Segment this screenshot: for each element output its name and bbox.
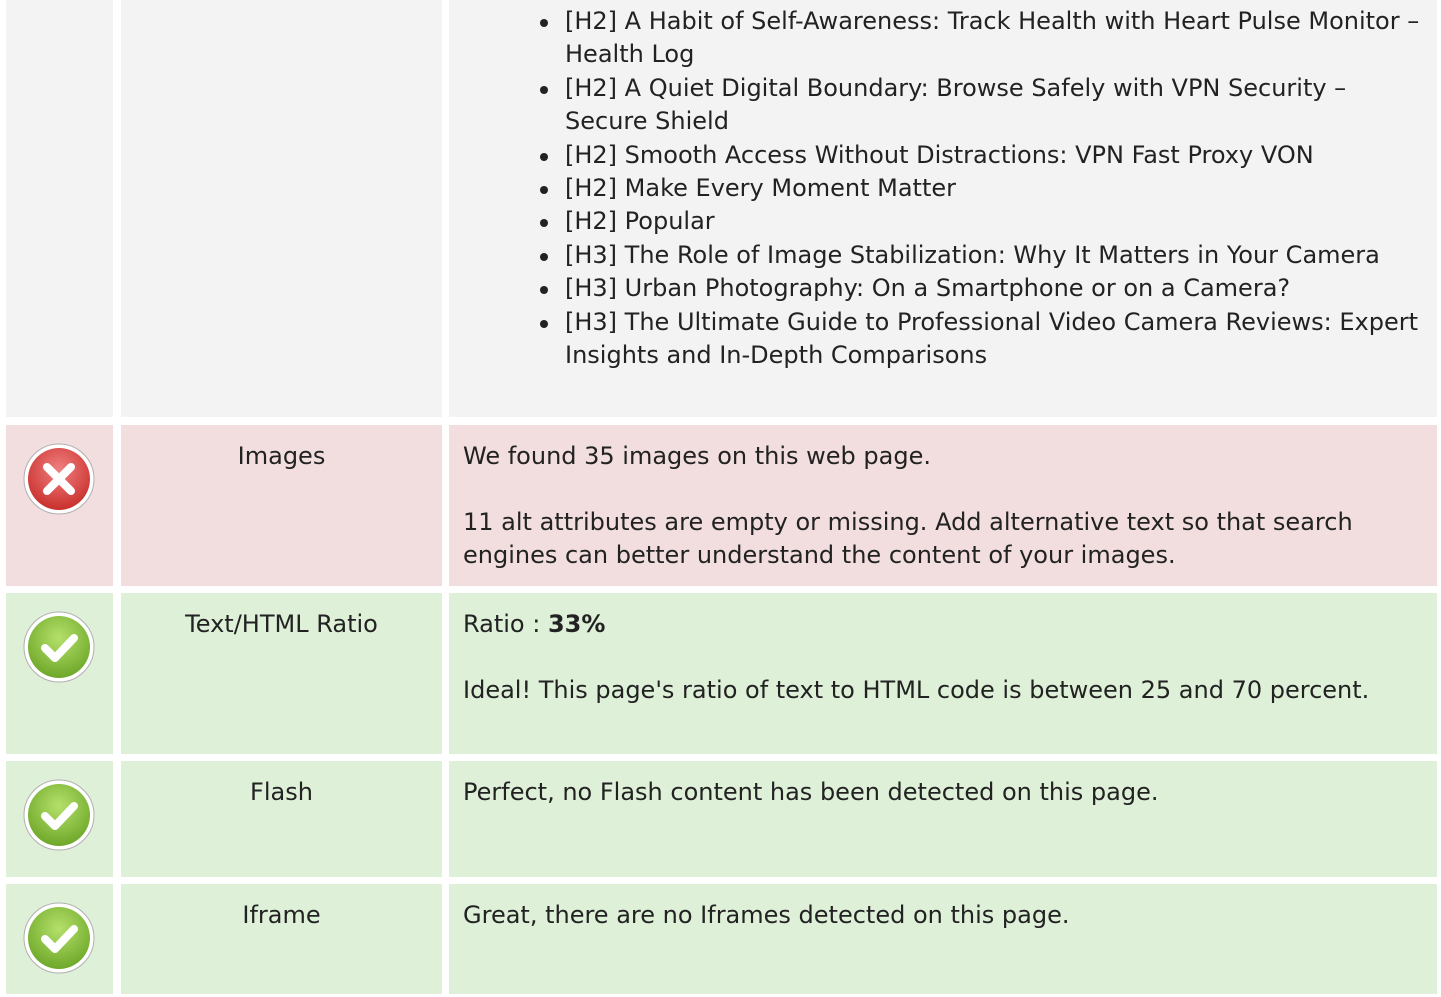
list-item: [H2] Popular — [540, 205, 1427, 238]
check-icon — [22, 778, 98, 854]
ratio-label-cell: Text/HTML Ratio — [121, 593, 442, 754]
list-item: [H3] Urban Photography: On a Smartphone … — [540, 272, 1427, 305]
flash-label: Flash — [250, 778, 313, 806]
list-item: [H3] The Ultimate Guide to Professional … — [540, 306, 1427, 373]
iframe-status-cell — [6, 884, 113, 994]
list-item: [H2] A Quiet Digital Boundary: Browse Sa… — [540, 72, 1427, 139]
flash-row: Flash Perfect, no Flash content has been… — [0, 761, 1441, 877]
flash-status-cell — [6, 761, 113, 877]
iframe-label: Iframe — [242, 901, 321, 929]
iframe-content-cell: Great, there are no Iframes detected on … — [449, 884, 1437, 994]
list-item: [H2] A Habit of Self-Awareness: Track He… — [540, 5, 1427, 72]
ratio-prefix: Ratio : — [463, 610, 548, 638]
images-content-cell: We found 35 images on this web page. 11 … — [449, 425, 1437, 586]
list-item: [H2] Smooth Access Without Distractions:… — [540, 139, 1427, 172]
images-row: Images We found 35 images on this web pa… — [0, 425, 1441, 586]
ratio-value-line: Ratio : 33% — [463, 608, 1423, 641]
iframe-description: Great, there are no Iframes detected on … — [463, 901, 1070, 929]
headings-list: [H2] A Habit of Self-Awareness: Track He… — [449, 5, 1427, 372]
ratio-description: Ideal! This page's ratio of text to HTML… — [463, 676, 1370, 704]
cross-icon — [22, 442, 98, 518]
iframe-row: Iframe Great, there are no Iframes detec… — [0, 884, 1441, 994]
ratio-value: 33% — [547, 610, 606, 638]
images-status-cell — [6, 425, 113, 586]
ratio-label: Text/HTML Ratio — [185, 610, 378, 638]
list-item: [H2] Make Every Moment Matter — [540, 172, 1427, 205]
headings-row: [H2] A Habit of Self-Awareness: Track He… — [0, 0, 1441, 417]
images-label: Images — [237, 442, 326, 470]
check-icon — [22, 901, 98, 977]
images-found-text: We found 35 images on this web page. — [463, 442, 931, 470]
headings-status-cell — [6, 0, 113, 417]
flash-description: Perfect, no Flash content has been detec… — [463, 778, 1159, 806]
ratio-row: Text/HTML Ratio Ratio : 33% Ideal! This … — [0, 593, 1441, 754]
ratio-status-cell — [6, 593, 113, 754]
images-alt-text: 11 alt attributes are empty or missing. … — [463, 508, 1353, 569]
ratio-content-cell: Ratio : 33% Ideal! This page's ratio of … — [449, 593, 1437, 754]
flash-content-cell: Perfect, no Flash content has been detec… — [449, 761, 1437, 877]
flash-label-cell: Flash — [121, 761, 442, 877]
images-label-cell: Images — [121, 425, 442, 586]
list-item: [H3] The Role of Image Stabilization: Wh… — [540, 239, 1427, 272]
iframe-label-cell: Iframe — [121, 884, 442, 994]
check-icon — [22, 610, 98, 686]
headings-content-cell: [H2] A Habit of Self-Awareness: Track He… — [449, 0, 1437, 417]
headings-label-cell — [121, 0, 442, 417]
